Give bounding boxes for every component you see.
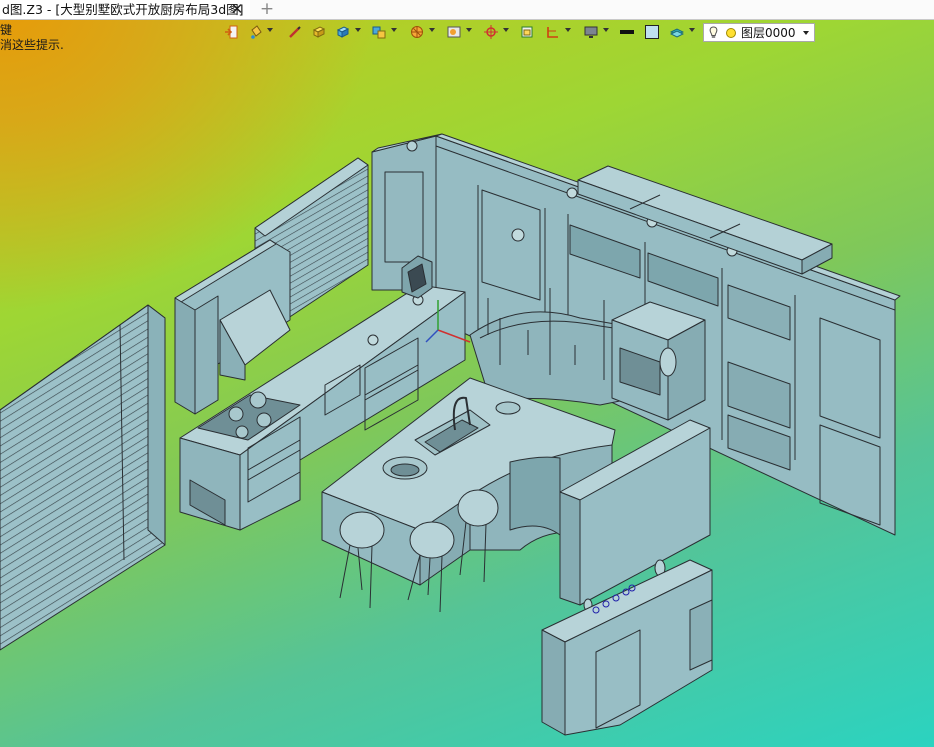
section-dropdown[interactable] [565, 28, 571, 32]
document-tab-title: d图.Z3 - [大型别墅欧式开放厨房布局3d图] [2, 2, 244, 17]
viewport-hint-text: 键 消这些提示. [0, 23, 64, 53]
image-dropdown[interactable] [466, 28, 472, 32]
lightbulb-icon[interactable] [708, 26, 719, 39]
hint-line-1: 键 [0, 23, 13, 37]
section-icon[interactable] [546, 25, 560, 39]
layers-stack-icon[interactable] [670, 25, 684, 39]
snap-target-icon[interactable] [484, 25, 498, 39]
snap-dropdown[interactable] [503, 28, 509, 32]
kitchen-3d-model[interactable] [0, 0, 934, 747]
pen-icon[interactable] [288, 25, 302, 39]
cube-view-icon[interactable] [336, 25, 350, 39]
chevron-down-icon[interactable] [803, 31, 809, 35]
import-icon[interactable] [224, 25, 238, 39]
cube-view-dropdown[interactable] [355, 28, 361, 32]
paint-bucket-icon[interactable] [249, 25, 263, 39]
render-mode-icon[interactable] [410, 25, 424, 39]
render-mode-dropdown[interactable] [429, 28, 435, 32]
hint-line-2: 消这些提示. [0, 38, 64, 52]
dimension-icon[interactable] [520, 25, 534, 39]
line-color-swatch[interactable] [620, 25, 634, 39]
louvered-screen-left [0, 304, 166, 651]
open-shelf-unit [611, 301, 706, 421]
image-icon[interactable] [447, 25, 461, 39]
document-tab[interactable]: d图.Z3 - [大型别墅欧式开放厨房布局3d图] ✕ [0, 0, 250, 19]
display-dropdown[interactable] [603, 28, 609, 32]
multi-view-dropdown[interactable] [391, 28, 397, 32]
face-color-swatch[interactable] [645, 25, 659, 39]
document-tab-bar: d图.Z3 - [大型别墅欧式开放厨房布局3d图] ✕ + [0, 0, 934, 20]
3d-viewport[interactable]: d图.Z3 - [大型别墅欧式开放厨房布局3d图] ✕ + 键 消这些提示. 图… [0, 0, 934, 747]
layers-dropdown[interactable] [689, 28, 695, 32]
layer-name: 图层0000 [741, 26, 796, 40]
display-icon[interactable] [584, 25, 598, 39]
solid-box-icon[interactable] [312, 25, 326, 39]
paint-dropdown[interactable] [267, 28, 273, 32]
layer-selector[interactable]: 图层0000 [703, 23, 815, 42]
view-toolbar [222, 22, 702, 44]
layer-color-icon[interactable] [726, 28, 736, 38]
multi-view-icon[interactable] [372, 25, 386, 39]
close-tab-icon[interactable]: ✕ [230, 1, 244, 17]
add-tab-icon[interactable]: + [259, 0, 275, 19]
